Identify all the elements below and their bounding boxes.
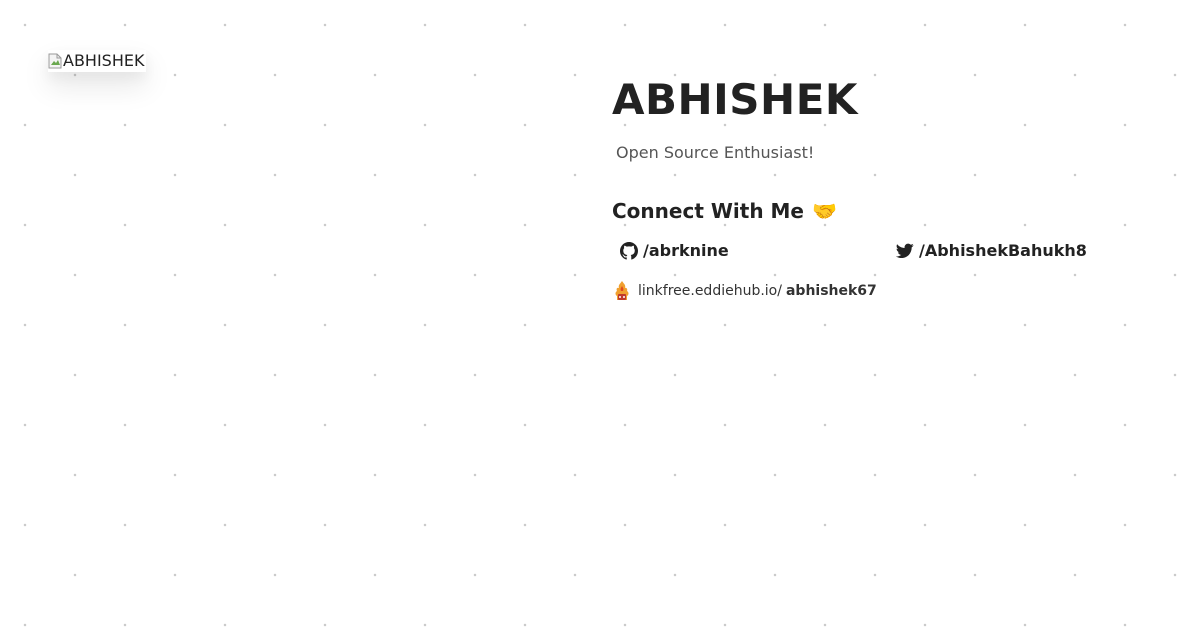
connect-heading: Connect With Me 🤝	[612, 198, 1172, 224]
profile-tagline: Open Source Enthusiast!	[616, 143, 815, 162]
twitter-link[interactable]: /AbhishekBahukh8	[896, 236, 1087, 266]
linkfree-base-url: linkfree.eddiehub.io/	[638, 283, 782, 299]
github-link[interactable]: /abrknine	[620, 236, 729, 266]
twitter-handle: /AbhishekBahukh8	[919, 241, 1087, 260]
linkfree-link[interactable]: linkfree.eddiehub.io/ abhishek67	[612, 280, 1172, 302]
social-links: /abrknine /AbhishekBahukh8	[612, 236, 1172, 266]
github-handle: /abrknine	[643, 241, 729, 260]
profile-section: ABHISHEK Open Source Enthusiast! Connect…	[612, 76, 1172, 302]
linkfree-handle: abhishek67	[785, 283, 877, 299]
profile-name: ABHISHEK	[612, 75, 858, 124]
linkfree-logo-icon	[615, 281, 629, 300]
github-icon	[620, 242, 638, 260]
broken-image-icon	[48, 53, 62, 69]
connect-heading-text: Connect With Me	[612, 199, 804, 223]
twitter-icon	[896, 243, 914, 259]
avatar-broken-image: ABHISHEK	[48, 50, 144, 72]
avatar: ABHISHEK	[48, 50, 146, 72]
handshake-icon: 🤝	[811, 199, 837, 223]
avatar-alt-text: ABHISHEK	[63, 51, 145, 70]
